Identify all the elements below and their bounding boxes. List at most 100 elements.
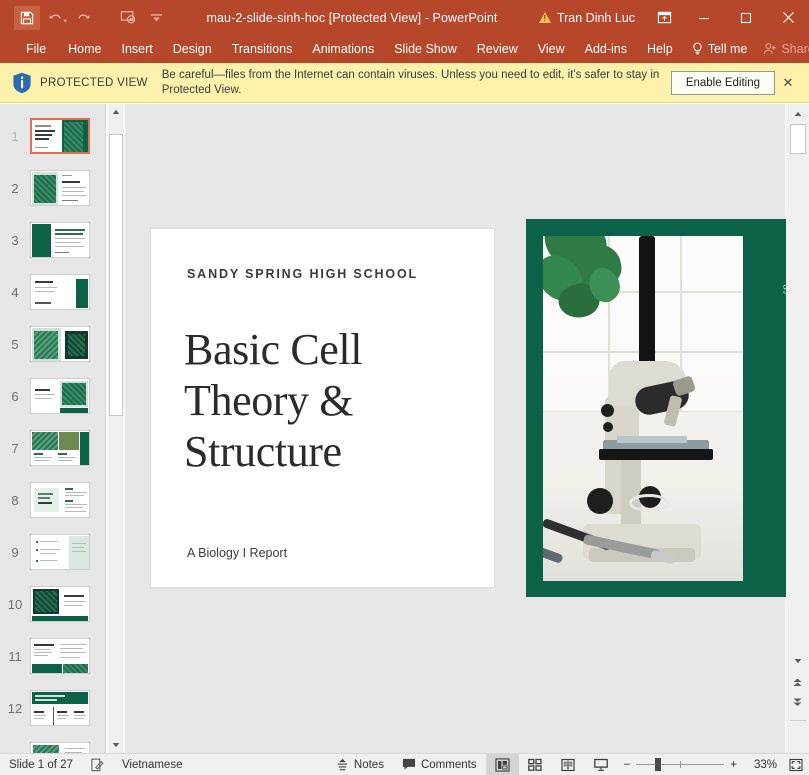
thumbnail-slide-4[interactable]: 4 [0,266,106,318]
close-button[interactable] [767,0,809,35]
pane-divider[interactable] [105,104,106,753]
thumbnail-scroll-down-button[interactable] [108,737,124,753]
scrollbar-thumb[interactable] [790,124,806,154]
tab-design[interactable]: Design [163,35,222,63]
reading-view-icon [561,758,575,772]
slide-thumbnail-pane[interactable]: 1 2 [0,104,106,753]
slide-indicator[interactable]: Slide 1 of 27 [0,754,82,775]
thumbnail-number: 1 [0,129,30,144]
thumbnail-preview [30,274,90,310]
slide-canvas[interactable]: SANDY SPRING HIGH SCHOOL Basic Cell Theo… [125,104,785,753]
start-presentation-button[interactable] [115,6,141,30]
thumbnail-slide-13[interactable]: 13 [0,734,106,753]
tab-review[interactable]: Review [467,35,528,63]
maximize-button[interactable] [725,0,767,35]
enable-editing-button[interactable]: Enable Editing [671,71,775,95]
tab-view[interactable]: View [528,35,575,63]
microscope-photo [543,236,743,581]
zoom-out-button[interactable]: − [624,759,631,771]
plant-leaves [543,236,639,348]
tab-file[interactable]: File [14,35,58,63]
thumbnail-number: 10 [0,597,30,612]
fit-to-window-icon [789,758,803,772]
save-button[interactable] [14,6,40,30]
minimize-button[interactable] [683,0,725,35]
thumbnail-slide-7[interactable]: 7 [0,422,106,474]
scrollbar-divider [790,720,806,721]
maximize-icon [740,12,752,24]
thumbnail-scrollbar-thumb[interactable] [109,134,123,416]
thumbnail-preview [30,326,90,362]
zoom-level-label[interactable]: 33% [743,759,777,771]
thumbnail-slide-3[interactable]: 3 [0,214,106,266]
customize-quick-access-button[interactable] [143,6,169,30]
slide-sorter-view-button[interactable] [519,754,552,775]
thumbnail-slide-6[interactable]: 6 [0,370,106,422]
thumbnail-number: 8 [0,493,30,508]
language-indicator[interactable]: Vietnamese [113,754,192,775]
undo-button[interactable]: ▾ [42,6,68,30]
title-bar: ▾ m [0,0,809,35]
normal-view-button[interactable] [486,754,519,775]
comments-button[interactable]: Comments [393,754,486,775]
tell-me-box[interactable]: Tell me [691,42,748,56]
slide-text-panel: SANDY SPRING HIGH SCHOOL Basic Cell Theo… [150,228,495,588]
scroll-down-button[interactable] [789,652,806,669]
undo-dropdown-caret[interactable]: ▾ [63,17,67,25]
thumbnail-number: 5 [0,337,30,352]
thumbnail-pane-scrollbar[interactable] [108,104,124,753]
account-name: Tran Dinh Luc [557,11,635,25]
microscope-condenser [629,494,669,512]
redo-icon [76,11,91,25]
tab-add-ins[interactable]: Add-ins [575,35,637,63]
notes-button[interactable]: Notes [327,754,393,775]
thumbnail-slide-1[interactable]: 1 [0,110,106,162]
tab-help[interactable]: Help [637,35,683,63]
tab-home[interactable]: Home [58,35,111,63]
thumbnail-slide-10[interactable]: 10 [0,578,106,630]
zoom-in-button[interactable]: + [730,759,737,771]
powerpoint-window: ▾ m [0,0,809,775]
thumbnail-preview [30,170,90,206]
photo-tile [543,352,609,412]
thumbnail-slide-11[interactable]: 11 [0,630,106,682]
ribbon-display-options-button[interactable] [645,0,683,35]
thumbnail-slide-12[interactable]: 12 [0,682,106,734]
tab-insert[interactable]: Insert [112,35,163,63]
zoom-slider-handle[interactable] [655,758,661,771]
tab-transitions[interactable]: Transitions [222,35,303,63]
status-bar: Slide 1 of 27 Vietnamese Notes Comments [0,753,809,775]
previous-slide-button[interactable] [789,674,806,691]
tab-slide-show[interactable]: Slide Show [384,35,467,63]
fit-slide-to-window-button[interactable] [783,758,809,772]
close-icon [782,11,795,24]
document-title: mau-2-slide-sinh-hoc [Protected View] - … [169,11,539,25]
thumbnail-number: 9 [0,545,30,560]
comment-icon [402,758,416,771]
thumbnail-slide-8[interactable]: 8 [0,474,106,526]
thumbnail-scroll-up-button[interactable] [108,104,124,120]
tab-animations[interactable]: Animations [302,35,384,63]
scroll-up-button[interactable] [789,105,806,122]
thumbnail-preview [30,534,90,570]
share-person-icon [763,42,777,56]
chevron-down-icon [150,12,163,24]
close-protected-view-banner-button[interactable]: ✕ [775,75,801,91]
thumbnail-slide-2[interactable]: 2 [0,162,106,214]
thumbnail-slide-9[interactable]: 9 [0,526,106,578]
next-slide-button[interactable] [789,694,806,711]
slide-show-button[interactable] [585,754,618,775]
share-button[interactable]: Share [763,42,809,56]
slide-area-scrollbar[interactable] [786,104,809,753]
zoom-slider-midpoint [680,761,681,768]
thumbnail-preview [30,638,90,674]
zoom-slider[interactable] [636,764,724,765]
thumbnail-slide-5[interactable]: 5 [0,318,106,370]
account-info[interactable]: Tran Dinh Luc [539,11,635,25]
save-icon [20,11,34,25]
reading-view-button[interactable] [552,754,585,775]
thumbnail-scrollbar-track[interactable] [108,120,124,737]
current-slide[interactable]: SANDY SPRING HIGH SCHOOL Basic Cell Theo… [150,228,785,595]
redo-button[interactable] [70,6,96,30]
accessibility-checker-button[interactable] [82,754,113,775]
